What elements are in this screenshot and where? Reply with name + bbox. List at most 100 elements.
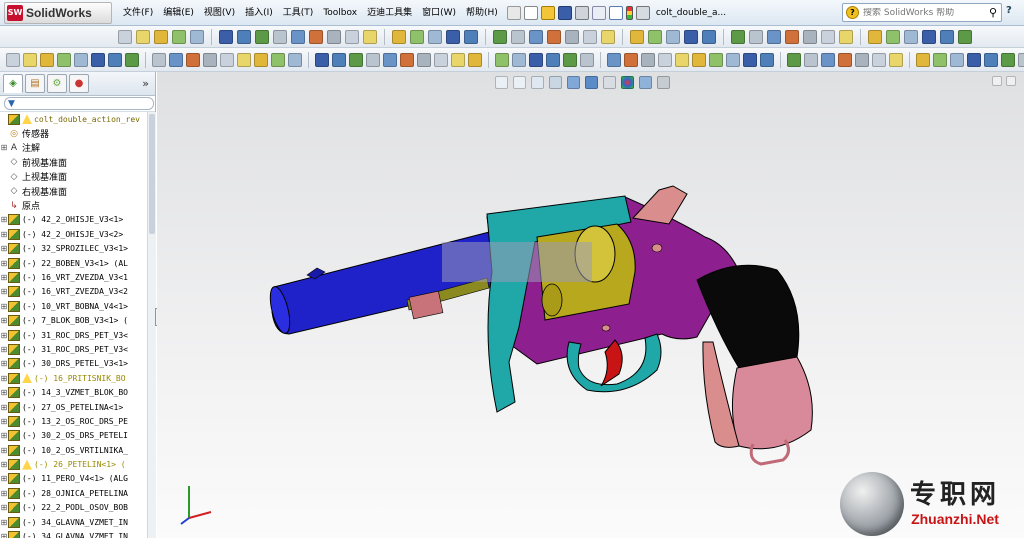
feature-tool-icon[interactable] — [787, 52, 801, 67]
tree-item[interactable]: ◎ 传感器 — [0, 126, 147, 141]
tree-item[interactable]: ⊞ (-) 26_PETELIN<1> ( — [0, 457, 147, 471]
feature-tool-icon[interactable] — [169, 52, 183, 67]
tree-item[interactable]: ⊞ (-) 22_BOBEN_V3<1> (AL — [0, 256, 147, 270]
feature-tool-icon[interactable] — [400, 52, 414, 67]
menu-item[interactable]: 视图(V) — [199, 0, 240, 26]
command-tool-icon[interactable] — [219, 29, 233, 44]
new-document-icon[interactable] — [523, 5, 538, 20]
expand-icon[interactable]: ⊞ — [0, 503, 8, 512]
expand-icon[interactable]: ⊞ — [0, 446, 8, 455]
command-tool-icon[interactable] — [464, 29, 478, 44]
feature-tool-icon[interactable] — [709, 52, 723, 67]
feature-tool-icon[interactable] — [804, 52, 818, 67]
graphics-viewport[interactable] — [157, 72, 1024, 538]
tab-configuration-manager[interactable]: ⚙ — [47, 74, 67, 93]
feature-tool-icon[interactable] — [692, 52, 706, 67]
command-tool-icon[interactable] — [136, 29, 150, 44]
feature-tool-icon[interactable] — [203, 52, 217, 67]
command-tool-icon[interactable] — [648, 29, 662, 44]
tab-property-manager[interactable]: ▤ — [25, 74, 45, 93]
tree-item[interactable]: ⊞ (-) 34_GLAVNA_VZMET_IN — [0, 515, 147, 529]
command-tool-icon[interactable] — [886, 29, 900, 44]
feature-tool-icon[interactable] — [495, 52, 509, 67]
solidworks-logo[interactable]: SW SolidWorks — [4, 1, 112, 24]
command-tool-icon[interactable] — [684, 29, 698, 44]
expand-icon[interactable]: ⊞ — [0, 316, 8, 325]
feature-tool-icon[interactable] — [237, 52, 251, 67]
print-icon[interactable] — [574, 5, 589, 20]
command-tool-icon[interactable] — [363, 29, 377, 44]
expand-icon[interactable]: ⊞ — [0, 388, 8, 397]
tree-item[interactable]: ↳ 原点 — [0, 198, 147, 213]
expand-icon[interactable]: ⊞ — [0, 374, 8, 383]
help-search-box[interactable]: ? ⚲ — [842, 3, 1002, 22]
command-tool-icon[interactable] — [839, 29, 853, 44]
command-tool-icon[interactable] — [237, 29, 251, 44]
feature-tool-icon[interactable] — [563, 52, 577, 67]
tree-item[interactable]: ⊞ (-) 27_OS_PETELINA<1> — [0, 400, 147, 414]
feature-tool-icon[interactable] — [916, 52, 930, 67]
tree-item[interactable]: ⊞ (-) 42_2_OHISJE_V3<1> — [0, 213, 147, 227]
expand-icon[interactable]: ⊞ — [0, 230, 8, 239]
help-icon[interactable]: ? — [1006, 5, 1020, 19]
menu-item[interactable]: 帮助(H) — [461, 0, 503, 26]
tab-display-manager[interactable]: ● — [69, 74, 89, 93]
tree-item[interactable]: ⊞ (-) 32_SPROZILEC_V3<1> — [0, 242, 147, 256]
feature-tool-icon[interactable] — [675, 52, 689, 67]
tree-item[interactable]: ⊞ (-) 22_2_PODL_OSOV_BOB — [0, 501, 147, 515]
feature-tool-icon[interactable] — [607, 52, 621, 67]
feature-tool-icon[interactable] — [23, 52, 37, 67]
tree-item[interactable]: ⊞ (-) 42_2_OHISJE_V3<2> — [0, 227, 147, 241]
feature-tool-icon[interactable] — [108, 52, 122, 67]
command-tool-icon[interactable] — [172, 29, 186, 44]
command-tool-icon[interactable] — [958, 29, 972, 44]
menu-item[interactable]: 编辑(E) — [158, 0, 199, 26]
expand-icon[interactable]: ⊞ — [0, 244, 8, 253]
command-tool-icon[interactable] — [428, 29, 442, 44]
tree-item[interactable]: ◇ 右视基准面 — [0, 184, 147, 198]
command-tool-icon[interactable] — [410, 29, 424, 44]
expand-icon[interactable]: ⊞ — [0, 143, 8, 152]
expand-icon[interactable]: ⊞ — [0, 331, 8, 340]
feature-tool-icon[interactable] — [1018, 52, 1024, 67]
feature-tool-icon[interactable] — [512, 52, 526, 67]
feature-tool-icon[interactable] — [984, 52, 998, 67]
tree-item[interactable]: ⊞ (-) 16_VRT_ZVEZDA_V3<1 — [0, 270, 147, 284]
tree-item[interactable]: ⊞ (-) 16_VRT_ZVEZDA_V3<2 — [0, 285, 147, 299]
expand-icon[interactable]: ⊞ — [0, 302, 8, 311]
feature-tool-icon[interactable] — [271, 52, 285, 67]
menu-item[interactable]: 迈迪工具集 — [362, 0, 417, 26]
tree-item[interactable]: ⊞ (-) 11_PERO_V4<1> (ALG — [0, 472, 147, 486]
tree-item[interactable]: ⊞ (-) 13_2_OS_ROC_DRS_PE — [0, 414, 147, 428]
tree-item[interactable]: ◇ 上视基准面 — [0, 170, 147, 184]
feature-tool-icon[interactable] — [315, 52, 329, 67]
panel-expand-icon[interactable]: » — [142, 77, 149, 90]
expand-icon[interactable]: ⊞ — [0, 532, 8, 538]
menu-item[interactable]: 插入(I) — [240, 0, 278, 26]
feature-tool-icon[interactable] — [855, 52, 869, 67]
tree-filter-button[interactable]: ▼ — [4, 97, 154, 110]
expand-icon[interactable]: ⊞ — [0, 474, 8, 483]
tab-feature-manager[interactable]: ◈ — [3, 74, 23, 93]
options-icon[interactable] — [635, 5, 650, 20]
command-tool-icon[interactable] — [529, 29, 543, 44]
feature-tool-icon[interactable] — [152, 52, 166, 67]
tree-root[interactable]: colt_double_action_rev — [0, 112, 147, 126]
command-tool-icon[interactable] — [868, 29, 882, 44]
command-tool-icon[interactable] — [767, 29, 781, 44]
tree-item[interactable]: ◇ 前视基准面 — [0, 155, 147, 169]
open-folder-icon[interactable] — [540, 5, 555, 20]
command-tool-icon[interactable] — [601, 29, 615, 44]
menu-item[interactable]: Toolbox — [318, 0, 362, 26]
feature-tool-icon[interactable] — [332, 52, 346, 67]
feature-tool-icon[interactable] — [580, 52, 594, 67]
command-tool-icon[interactable] — [904, 29, 918, 44]
command-tool-icon[interactable] — [190, 29, 204, 44]
feature-tool-icon[interactable] — [349, 52, 363, 67]
tree-item[interactable]: ⊞ (-) 30_DRS_PETEL_V3<1> — [0, 357, 147, 371]
tree-item[interactable]: ⊞ (-) 31_ROC_DRS_PET_V3< — [0, 342, 147, 356]
expand-icon[interactable]: ⊞ — [0, 259, 8, 268]
command-tool-icon[interactable] — [327, 29, 341, 44]
feature-tool-icon[interactable] — [186, 52, 200, 67]
command-tool-icon[interactable] — [511, 29, 525, 44]
